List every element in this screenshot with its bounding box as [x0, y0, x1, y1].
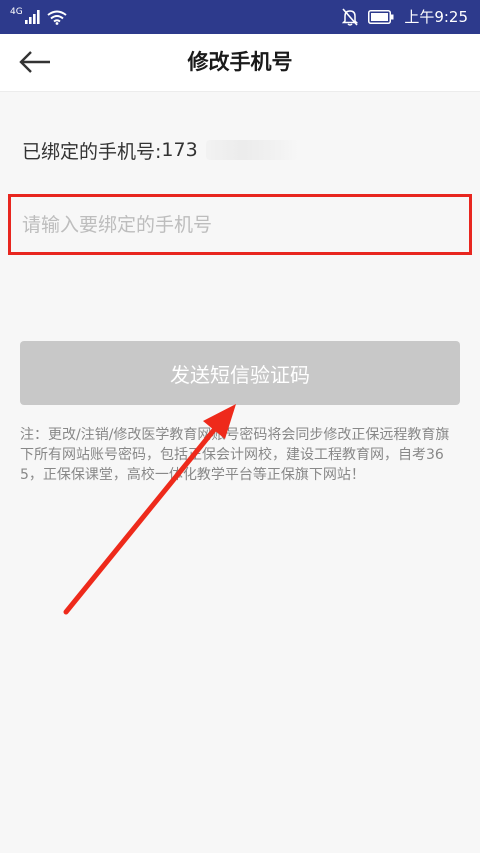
status-left: 4G — [10, 6, 67, 28]
battery-icon — [368, 10, 394, 24]
bound-phone-row: 已绑定的手机号: 173 — [22, 132, 298, 168]
signal-icon — [24, 10, 40, 24]
phone-number-input[interactable] — [11, 197, 469, 252]
phone-input-highlight — [8, 194, 472, 255]
status-right: 上午9:25 — [342, 6, 468, 28]
note-text: 注：更改/注销/修改医学教育网账号密码将会同步修改正保远程教育旗下所有网站账号密… — [20, 427, 450, 483]
clock: 上午9:25 — [404, 8, 468, 26]
status-bar: 4G 上午9:25 — [0, 0, 480, 34]
bell-off-icon — [342, 8, 359, 26]
send-sms-code-label: 发送短信验证码 — [170, 362, 310, 387]
bound-phone-number: 173 — [161, 139, 198, 161]
bound-phone-label: 已绑定的手机号: — [22, 140, 162, 163]
masked-digits — [205, 140, 298, 160]
send-sms-code-button[interactable]: 发送短信验证码 — [20, 341, 460, 405]
network-type-label: 4G — [10, 6, 23, 17]
wifi-icon — [47, 10, 67, 25]
header: 修改手机号 — [0, 34, 480, 92]
page-title: 修改手机号 — [187, 50, 293, 74]
